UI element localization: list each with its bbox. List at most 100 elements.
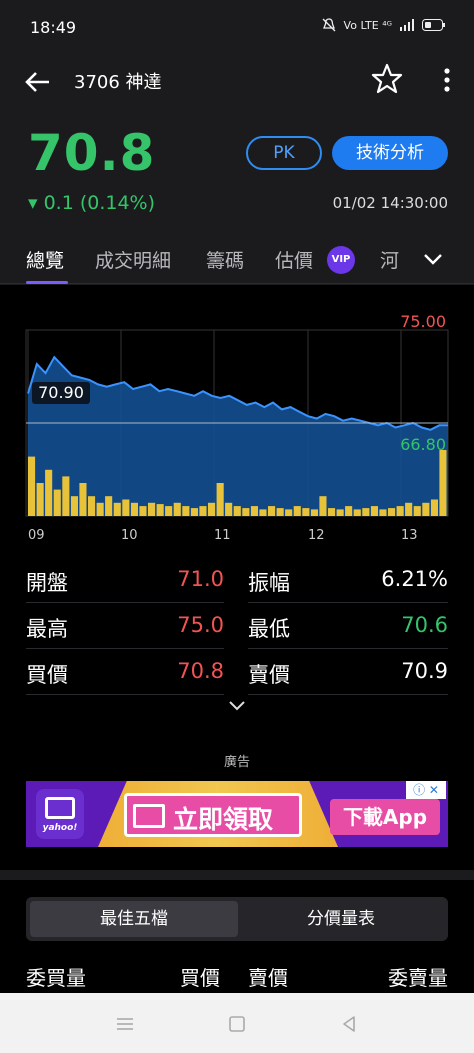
ad-download-button[interactable]: 下載App — [330, 799, 440, 835]
high-label: 75.00 — [400, 312, 446, 331]
back-arrow-icon[interactable] — [22, 66, 54, 98]
ad-headline: 立即領取 — [173, 805, 274, 834]
volume-bar — [113, 502, 121, 516]
stat-value: 75.0 — [177, 613, 224, 637]
vip-badge: VIP — [327, 246, 355, 274]
volume-bar — [328, 508, 336, 516]
volume-bar — [36, 483, 44, 516]
tab-overview[interactable]: 總覽 — [26, 246, 64, 273]
volume-bar — [276, 508, 284, 516]
col-bid-volume: 委買量 — [26, 966, 86, 990]
volume-bar — [242, 508, 250, 516]
status-bar: 18:49 Vo LTE ⁴ᴳ — [0, 0, 474, 56]
volume-bar — [148, 502, 156, 516]
stat-value: 71.0 — [177, 567, 224, 591]
stat-label: 開盤 — [26, 571, 68, 595]
technical-analysis-button[interactable]: 技術分析 — [332, 136, 448, 170]
stats-row: 買價 70.8 賣價 70.9 — [26, 657, 448, 703]
home-icon[interactable] — [226, 1013, 248, 1035]
app-header: 3706 神達 — [0, 56, 474, 112]
volume-bar — [208, 502, 216, 516]
tab-best-five[interactable]: 最佳五檔 — [30, 901, 238, 937]
volume-bar — [413, 506, 421, 516]
volume-bar — [122, 499, 130, 516]
stat-label: 最低 — [248, 617, 290, 641]
yahoo-mail-logo: yahoo! — [36, 789, 84, 839]
stats-grid: 開盤 71.0 振幅 6.21% 最高 75.0 最低 70.6 買價 70.8 — [26, 565, 448, 703]
tab-price-volume[interactable]: 分價量表 — [238, 901, 444, 937]
stock-title: 3706 神達 — [74, 72, 162, 93]
stat-bid: 買價 70.8 — [26, 657, 224, 695]
order-book-section: 最佳五檔 分價量表 委買量 買價 賣價 委賣量 — [0, 880, 474, 993]
network-indicator: Vo LTE ⁴ᴳ — [343, 18, 392, 32]
ad-label: 廣告 — [223, 755, 250, 770]
status-time: 18:49 — [30, 18, 77, 37]
stat-value: 6.21% — [381, 567, 448, 591]
signal-icon — [400, 19, 414, 31]
stat-label: 賣價 — [248, 663, 290, 687]
volume-bar — [156, 504, 164, 516]
pk-button[interactable]: PK — [246, 136, 322, 170]
stat-label: 買價 — [26, 663, 68, 687]
volume-bar — [430, 499, 438, 516]
volume-bar — [439, 450, 447, 516]
reference-label: 70.90 — [38, 383, 84, 402]
stat-low: 最低 70.6 — [248, 611, 448, 649]
volume-bar — [233, 506, 241, 516]
envelope-icon — [133, 804, 165, 828]
volume-bar — [216, 483, 224, 516]
x-tick-label: 11 — [214, 528, 231, 543]
tab-river[interactable]: 河 — [380, 246, 399, 273]
volume-bar — [370, 506, 378, 516]
volume-bar — [70, 496, 78, 516]
menu-icon[interactable] — [114, 1013, 136, 1035]
overview-panel: 70.90 75.00 66.80 09 10 11 12 13 開盤 71.0 振幅 … — [0, 285, 474, 870]
section-divider — [0, 870, 474, 880]
price-change: ▾ 0.1 (0.14%) — [28, 192, 156, 214]
low-label: 66.80 — [400, 435, 446, 454]
x-tick-label: 10 — [121, 528, 138, 543]
col-ask-price: 賣價 — [248, 966, 288, 990]
chevron-down-icon[interactable] — [422, 248, 444, 270]
stat-ask: 賣價 70.9 — [248, 657, 448, 695]
ad-info-close[interactable]: ⓘ ✕ — [406, 781, 446, 799]
stat-open: 開盤 71.0 — [26, 565, 224, 603]
ad-banner[interactable]: yahoo! 立即領取 下載App ⓘ ✕ — [26, 781, 448, 847]
volume-bar — [302, 508, 310, 516]
volume-bar — [139, 506, 147, 516]
volume-bar — [45, 469, 53, 516]
volume-bar — [396, 506, 404, 516]
volume-bar — [130, 502, 138, 516]
volume-bar — [79, 483, 87, 516]
favorite-star-icon[interactable] — [370, 62, 404, 96]
volume-bar — [62, 476, 70, 516]
expand-chevron-icon[interactable] — [228, 699, 246, 713]
volume-bar — [310, 509, 318, 516]
volume-bar — [379, 509, 387, 516]
volume-bar — [190, 508, 198, 516]
stat-value: 70.9 — [401, 659, 448, 683]
stat-label: 振幅 — [248, 571, 290, 595]
volume-bar — [353, 509, 361, 516]
ad-headline-box: 立即領取 — [124, 793, 302, 837]
stat-amplitude: 振幅 6.21% — [248, 565, 448, 603]
more-vertical-icon[interactable] — [442, 66, 452, 94]
envelope-icon — [45, 797, 75, 819]
back-triangle-icon[interactable] — [338, 1013, 360, 1035]
intraday-chart[interactable]: 70.90 75.00 66.80 09 10 11 12 13 — [0, 285, 474, 545]
tab-trade-details[interactable]: 成交明細 — [95, 246, 171, 273]
volume-bar — [388, 508, 396, 516]
tab-valuation[interactable]: 估價 — [275, 246, 313, 273]
volume-bar — [405, 502, 413, 516]
current-price: 70.8 — [28, 124, 156, 182]
stat-label: 最高 — [26, 617, 68, 641]
volume-bar — [259, 509, 267, 516]
stats-row: 最高 75.0 最低 70.6 — [26, 611, 448, 657]
tab-chips[interactable]: 籌碼 — [206, 246, 244, 273]
volume-bar — [199, 506, 207, 516]
volume-bar — [165, 506, 173, 516]
volume-bar — [319, 496, 327, 516]
stats-row: 開盤 71.0 振幅 6.21% — [26, 565, 448, 611]
volume-bar — [362, 508, 370, 516]
ad-brand: yahoo! — [42, 823, 78, 833]
